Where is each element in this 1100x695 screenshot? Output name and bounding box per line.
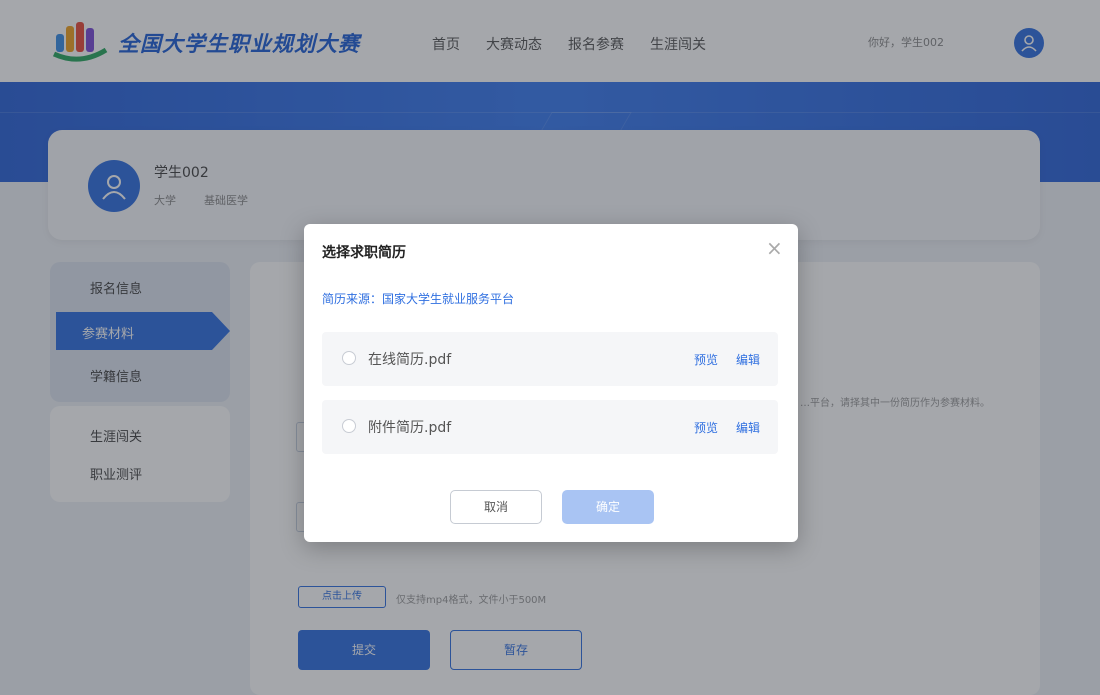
confirm-button[interactable]: 确定 bbox=[562, 490, 654, 524]
close-icon[interactable]: × bbox=[766, 238, 783, 258]
resume-option-attachment[interactable]: 附件简历.pdf 预览 编辑 bbox=[322, 400, 778, 454]
dialog-title: 选择求职简历 bbox=[322, 245, 406, 261]
preview-link[interactable]: 预览 bbox=[694, 351, 718, 368]
resume-name: 附件简历.pdf bbox=[368, 420, 452, 436]
resume-source: 简历来源：国家大学生就业服务平台 bbox=[322, 292, 515, 306]
edit-link[interactable]: 编辑 bbox=[736, 351, 760, 368]
resume-name: 在线简历.pdf bbox=[368, 352, 452, 368]
cancel-button[interactable]: 取消 bbox=[450, 490, 542, 524]
select-resume-dialog: 选择求职简历 × 简历来源：国家大学生就业服务平台 在线简历.pdf 预览 编辑… bbox=[304, 224, 798, 542]
preview-link[interactable]: 预览 bbox=[694, 419, 718, 436]
resume-option-online[interactable]: 在线简历.pdf 预览 编辑 bbox=[322, 332, 778, 386]
edit-link[interactable]: 编辑 bbox=[736, 419, 760, 436]
radio-button[interactable] bbox=[342, 351, 356, 365]
radio-button[interactable] bbox=[342, 419, 356, 433]
